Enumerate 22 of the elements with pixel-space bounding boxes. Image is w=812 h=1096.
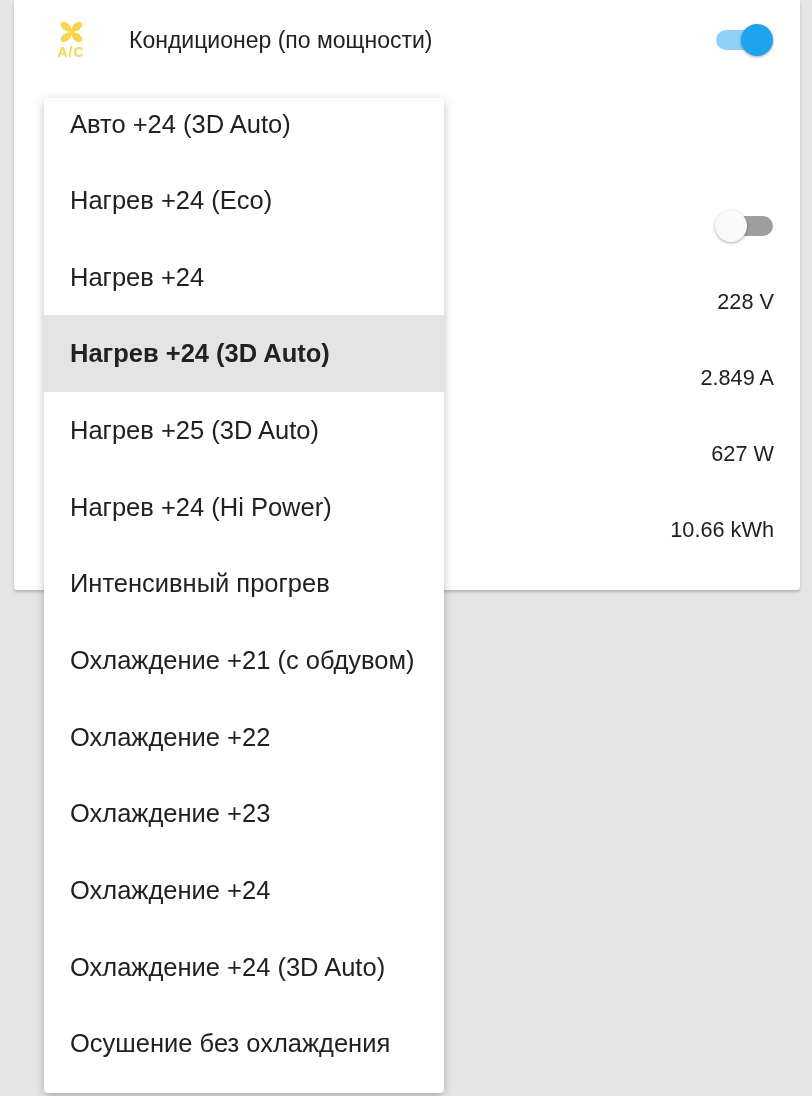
menu-option[interactable]: Интенсивный прогрев [44,545,444,623]
menu-option[interactable]: Охлаждение +23 [44,775,444,853]
menu-option[interactable]: Нагрев +24 [44,238,444,316]
menu-option[interactable]: Нагрев +24 (Eco) [44,162,444,239]
sensor-value: 2.849 A [700,365,774,391]
toggle-switch[interactable] [714,23,774,57]
fan-icon [58,20,84,43]
sensor-value: 10.66 kWh [670,517,774,543]
icon-caption: A/C [57,44,85,60]
menu-option[interactable]: Нагрев +24 (3D Auto) [44,315,444,393]
toggle-switch[interactable] [714,209,774,243]
menu-option[interactable]: Охлаждение +22 [44,698,444,776]
menu-option[interactable]: Охлаждение +24 (3D Auto) [44,928,444,1006]
menu-option[interactable]: Нагрев +25 (3D Auto) [44,392,444,469]
menu-option[interactable]: Осушение без охлаждения [44,1005,444,1083]
menu-option[interactable]: Авто +24 (3D Auto) [44,98,444,162]
sensor-value: 627 W [711,441,774,467]
menu-option[interactable]: Нагрев +24 (Hi Power) [44,468,444,546]
entity-name: Кондиционер (по мощности) [129,26,434,54]
menu-option[interactable]: Охлаждение +21 (с обдувом) [44,622,444,699]
sensor-value: 228 V [717,289,774,315]
menu-option[interactable]: Охлаждение +24 [44,852,444,929]
